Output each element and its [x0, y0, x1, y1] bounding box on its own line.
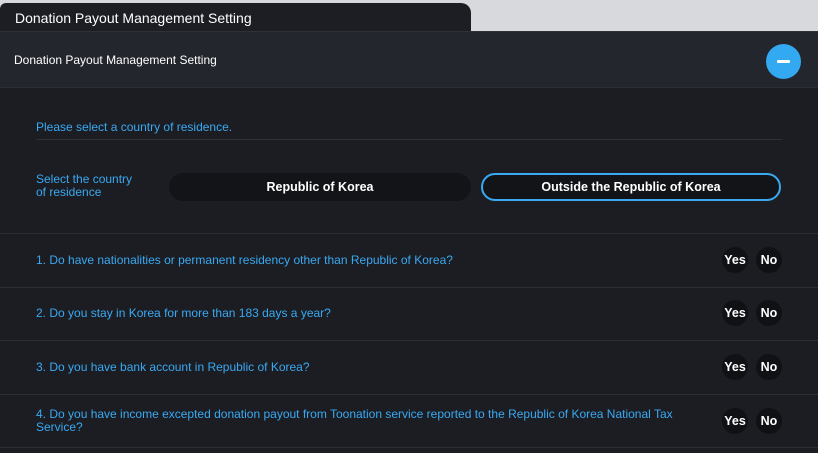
section-title: Donation Payout Management Setting	[14, 53, 217, 67]
question-4-yes-button[interactable]: Yes	[722, 408, 748, 434]
question-3-yes-button[interactable]: Yes	[722, 354, 748, 380]
question-2-no-button[interactable]: No	[756, 300, 782, 326]
divider	[0, 233, 818, 234]
country-option-outside-korea[interactable]: Outside the Republic of Korea	[481, 173, 781, 201]
divider	[0, 394, 818, 395]
divider	[36, 139, 782, 140]
question-4-no-button[interactable]: No	[756, 408, 782, 434]
question-1-no-button[interactable]: No	[756, 247, 782, 273]
collapse-button[interactable]	[766, 44, 801, 79]
residence-prompt: Please select a country of residence.	[36, 120, 233, 134]
country-label-line2: of residence	[36, 185, 102, 199]
question-4: 4. Do you have income excepted donation …	[36, 407, 673, 434]
section-header: Donation Payout Management Setting	[0, 31, 818, 88]
country-label: Select the country of residence	[36, 173, 146, 199]
question-2-yes-button[interactable]: Yes	[722, 300, 748, 326]
divider	[0, 340, 818, 341]
question-3: 3. Do you have bank account in Republic …	[36, 360, 310, 374]
question-3-no-button[interactable]: No	[756, 354, 782, 380]
question-2: 2. Do you stay in Korea for more than 18…	[36, 306, 331, 320]
settings-panel: Donation Payout Management Setting Pleas…	[0, 31, 818, 453]
page-tab-title: Donation Payout Management Setting	[0, 3, 471, 33]
divider	[0, 287, 818, 288]
question-1-yes-button[interactable]: Yes	[722, 247, 748, 273]
divider	[0, 447, 818, 448]
question-1: 1. Do have nationalities or permanent re…	[36, 253, 453, 267]
country-option-korea[interactable]: Republic of Korea	[169, 173, 471, 201]
minus-icon	[777, 60, 790, 63]
